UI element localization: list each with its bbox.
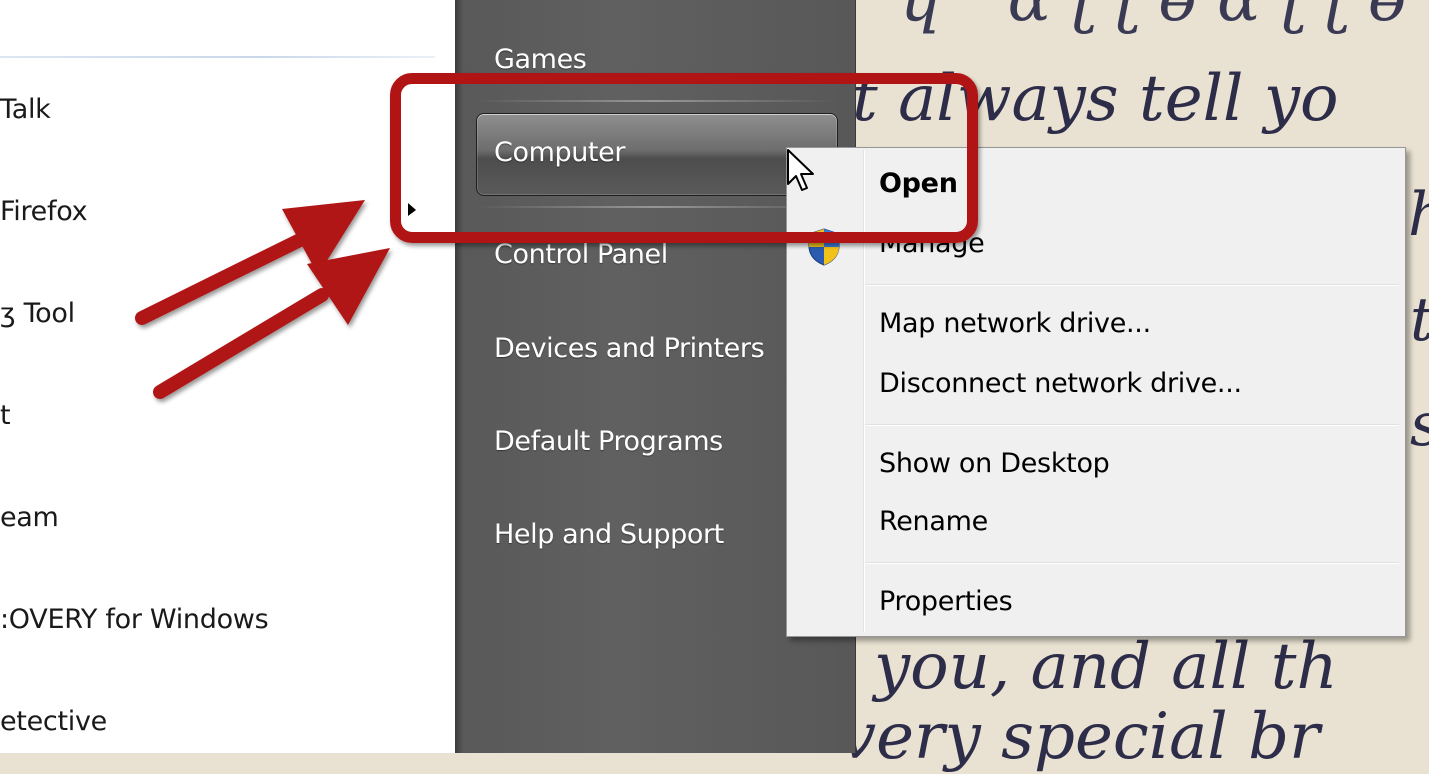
- menu-item-map-network-drive[interactable]: Map network drive...: [879, 308, 1151, 339]
- wallpaper-text-fragment: h: [1408, 180, 1429, 250]
- program-item-detective[interactable]: etective: [0, 706, 440, 737]
- start-item-default-programs[interactable]: Default Programs: [494, 426, 723, 457]
- mouse-pointer-icon: [787, 149, 814, 191]
- context-menu-separator: [865, 562, 1399, 564]
- context-menu-separator: [865, 424, 1399, 426]
- start-menu-programs-pane: Talk Firefox ʒ Tool t eam :OVERY for Win…: [0, 0, 455, 753]
- context-menu-icon-gutter: [863, 150, 865, 632]
- menu-item-properties[interactable]: Properties: [879, 586, 1013, 617]
- program-item-eam[interactable]: eam: [0, 502, 440, 533]
- context-menu-separator: [865, 284, 1399, 286]
- menu-item-show-on-desktop[interactable]: Show on Desktop: [879, 448, 1110, 479]
- start-item-devices-printers[interactable]: Devices and Printers: [494, 333, 765, 364]
- program-item-talk[interactable]: Talk: [0, 94, 440, 125]
- wallpaper-text-fragment: s: [1410, 390, 1429, 460]
- wallpaper-text-line-3: very special br: [840, 700, 1320, 774]
- start-item-control-panel[interactable]: Control Panel: [494, 239, 668, 270]
- start-item-computer[interactable]: Computer: [494, 137, 625, 168]
- context-menu: Open Manage Map network drive... Disconn…: [786, 147, 1406, 637]
- program-item-firefox[interactable]: Firefox: [0, 196, 440, 227]
- menu-item-disconnect-network-drive[interactable]: Disconnect network drive...: [879, 368, 1242, 399]
- right-column-divider: [477, 206, 835, 208]
- right-column-divider: [477, 100, 835, 102]
- menu-item-rename[interactable]: Rename: [879, 506, 988, 537]
- wallpaper-text-line-1: t always tell yo: [852, 62, 1339, 136]
- programs-separator: [0, 56, 435, 58]
- uac-shield-icon: [808, 228, 840, 266]
- start-item-help-support[interactable]: Help and Support: [494, 519, 724, 550]
- program-item-recovery[interactable]: :OVERY for Windows: [0, 604, 440, 635]
- menu-item-open[interactable]: Open: [879, 168, 958, 199]
- program-item-t[interactable]: t: [0, 400, 440, 431]
- wallpaper-text-fragment: t: [1410, 285, 1429, 355]
- start-item-games[interactable]: Games: [494, 44, 587, 75]
- wallpaper-text-top: ᵕ ɥ ᵕ ɑ ɭ ɭ ɵ ɑ ɭ ɭ ɵ: [856, 0, 1406, 36]
- program-item-tool[interactable]: ʒ Tool: [0, 298, 440, 329]
- wallpaper-text-line-2: you, and all th: [874, 630, 1338, 704]
- menu-item-manage[interactable]: Manage: [879, 228, 985, 259]
